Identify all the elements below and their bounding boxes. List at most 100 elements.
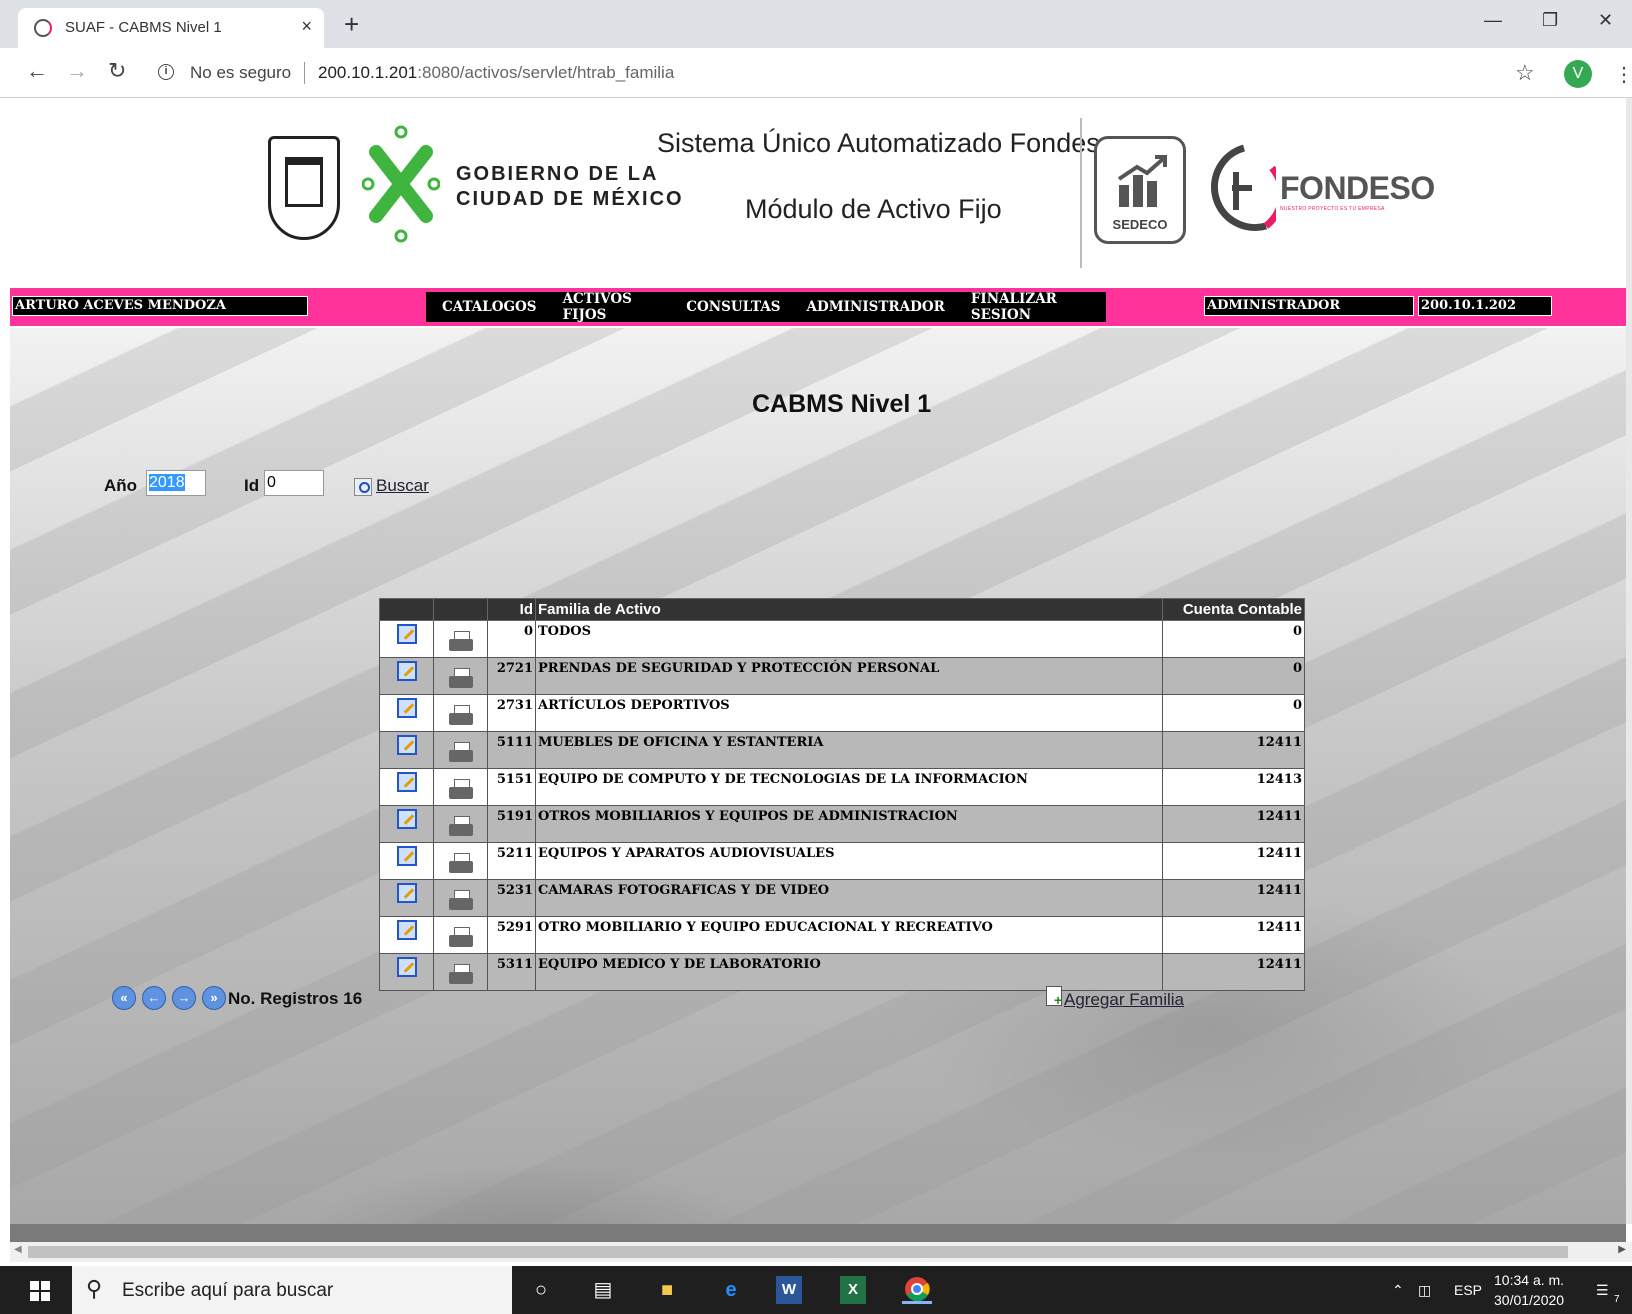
scroll-left-icon[interactable]: ◀ — [14, 1244, 22, 1255]
row-id: 5231 — [487, 879, 536, 917]
browser-tab[interactable]: SUAF - CABMS Nivel 1 × — [18, 8, 324, 48]
tab-close-icon[interactable]: × — [301, 16, 312, 37]
row-account: 12411 — [1162, 731, 1305, 769]
last-page-icon[interactable]: » — [202, 986, 226, 1010]
notifications-icon[interactable]: ☰ — [1596, 1282, 1609, 1299]
add-family-link[interactable]: Agregar Familia — [1064, 990, 1184, 1010]
module-title: Módulo de Activo Fijo — [745, 194, 1002, 224]
reload-icon[interactable]: ↻ — [108, 60, 126, 82]
menu-consultas[interactable]: CONSULTAS — [686, 299, 780, 315]
word-icon[interactable]: W — [776, 1276, 802, 1304]
row-id: 5311 — [487, 953, 536, 991]
print-cell — [433, 620, 488, 658]
windows-taskbar: ⚲ Escribe aquí para buscar ○ ▤ ■ e W X ⌃… — [0, 1266, 1632, 1314]
menu-activos-fijos[interactable]: ACTIVOS FIJOS — [563, 291, 661, 323]
back-arrow-icon[interactable]: ← — [26, 60, 48, 82]
row-family: OTROS MOBILIARIOS Y EQUIPOS DE ADMINISTR… — [535, 805, 1163, 843]
web-page: GOBIERNO DE LA CIUDAD DE MÉXICO Sistema … — [10, 98, 1626, 1224]
edit-cell — [379, 694, 434, 732]
edit-icon[interactable] — [396, 883, 417, 903]
edit-icon[interactable] — [396, 957, 417, 977]
chrome-icon[interactable] — [902, 1276, 932, 1304]
edit-icon[interactable] — [396, 809, 417, 829]
printer-icon[interactable] — [448, 742, 474, 764]
edit-cell — [379, 842, 434, 880]
info-icon[interactable]: i — [158, 64, 174, 80]
row-family: EQUIPOS Y APARATOS AUDIOVISUALES — [535, 842, 1163, 880]
tray-chevron-icon[interactable]: ⌃ — [1392, 1282, 1404, 1299]
year-input[interactable]: 2018 — [146, 470, 206, 496]
edit-icon[interactable] — [396, 624, 417, 644]
printer-icon[interactable] — [448, 779, 474, 801]
minimize-icon[interactable]: — — [1484, 10, 1502, 31]
menu-catalogos[interactable]: CATALOGOS — [442, 299, 537, 315]
file-explorer-icon[interactable]: ■ — [652, 1276, 682, 1304]
vertical-scrollbar[interactable] — [1626, 98, 1632, 1224]
first-page-icon[interactable]: « — [112, 986, 136, 1010]
printer-icon[interactable] — [448, 964, 474, 986]
add-document-icon[interactable] — [1046, 986, 1062, 1007]
growth-chart-icon — [1117, 155, 1167, 207]
url-text[interactable]: 200.10.1.201:8080/activos/servlet/htrab_… — [318, 63, 674, 83]
menu-finalizar-sesion[interactable]: FINALIZAR SESION — [971, 291, 1096, 323]
row-account: 12413 — [1162, 768, 1305, 806]
row-family: EQUIPO DE COMPUTO Y DE TECNOLOGIAS DE LA… — [535, 768, 1163, 806]
printer-icon[interactable] — [448, 927, 474, 949]
row-id: 2731 — [487, 694, 536, 732]
forward-arrow-icon[interactable]: → — [66, 60, 88, 82]
cortana-icon[interactable]: ○ — [526, 1276, 556, 1304]
edit-icon[interactable] — [396, 772, 417, 792]
security-status[interactable]: No es seguro — [190, 63, 291, 83]
search-icon[interactable] — [354, 478, 372, 496]
edit-icon[interactable] — [396, 920, 417, 940]
restore-icon[interactable]: ❐ — [1542, 10, 1558, 31]
edit-icon[interactable] — [396, 661, 417, 681]
edit-icon[interactable] — [396, 698, 417, 718]
year-label: Año — [104, 476, 138, 495]
id-label: Id — [244, 476, 260, 495]
menu-administrador[interactable]: ADMINISTRADOR — [807, 299, 945, 315]
scroll-right-icon[interactable]: ▶ — [1618, 1244, 1626, 1255]
task-view-icon[interactable]: ▤ — [588, 1276, 618, 1304]
printer-icon[interactable] — [448, 631, 474, 653]
edit-icon[interactable] — [396, 846, 417, 866]
excel-icon[interactable]: X — [840, 1276, 866, 1304]
input-language[interactable]: ESP — [1454, 1282, 1482, 1298]
printer-icon[interactable] — [448, 853, 474, 875]
window-close-icon[interactable]: ✕ — [1598, 10, 1613, 31]
year-value: 2018 — [149, 474, 185, 491]
horizontal-scrollbar[interactable]: ◀ ▶ — [10, 1242, 1632, 1262]
next-page-icon[interactable]: → — [172, 986, 196, 1010]
row-family: OTRO MOBILIARIO Y EQUIPO EDUCACIONAL Y R… — [535, 916, 1163, 954]
header-print-col — [433, 598, 488, 621]
printer-icon[interactable] — [448, 890, 474, 912]
row-account: 12411 — [1162, 805, 1305, 843]
omnibox[interactable]: i No es seguro 200.10.1.201:8080/activos… — [148, 56, 1518, 90]
print-cell — [433, 731, 488, 769]
table-row: 5311 EQUIPO MEDICO Y DE LABORATORIO 1241… — [379, 953, 1305, 991]
browser-menu-icon[interactable]: ⋮ — [1614, 62, 1632, 87]
scroll-thumb[interactable] — [28, 1246, 1568, 1258]
url-path: :8080/activos/servlet/htrab_familia — [417, 63, 675, 82]
printer-icon[interactable] — [448, 668, 474, 690]
id-input[interactable]: 0 — [264, 470, 324, 496]
header-family: Familia de Activo — [535, 598, 1163, 621]
new-tab-icon[interactable]: + — [344, 11, 359, 37]
notification-count: 7 — [1614, 1294, 1620, 1305]
taskbar-search-placeholder: Escribe aquí para buscar — [122, 1280, 334, 1301]
printer-icon[interactable] — [448, 816, 474, 838]
printer-icon[interactable] — [448, 705, 474, 727]
network-icon[interactable]: ◫ — [1418, 1282, 1431, 1299]
gobierno-cdmx-logo — [362, 125, 440, 243]
prev-page-icon[interactable]: ← — [142, 986, 166, 1010]
taskbar-search[interactable]: ⚲ Escribe aquí para buscar — [72, 1266, 512, 1314]
windows-start-icon[interactable] — [30, 1281, 50, 1301]
site-header: GOBIERNO DE LA CIUDAD DE MÉXICO Sistema … — [10, 98, 1626, 288]
profile-avatar[interactable]: V — [1564, 60, 1592, 88]
system-clock[interactable]: 10:34 a. m. 30/01/2020 — [1494, 1270, 1564, 1310]
edit-icon[interactable] — [396, 735, 417, 755]
search-link[interactable]: Buscar — [376, 476, 429, 496]
edge-browser-icon[interactable]: e — [716, 1276, 746, 1304]
bookmark-star-icon[interactable]: ☆ — [1515, 60, 1535, 86]
browser-tab-strip: SUAF - CABMS Nivel 1 × + — ❐ ✕ — [0, 0, 1632, 48]
